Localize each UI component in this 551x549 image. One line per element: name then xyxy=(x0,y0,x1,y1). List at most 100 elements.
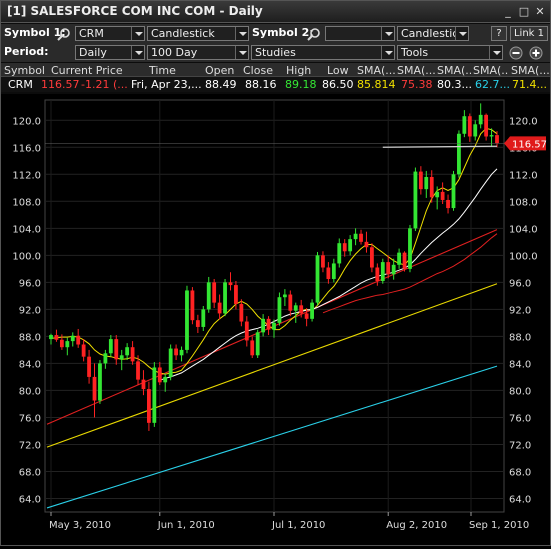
candle-body xyxy=(70,335,75,342)
candle-body xyxy=(76,335,81,345)
quote-row[interactable]: CRM 116.57 -1.21 (... Fri, Apr 23,... 88… xyxy=(1,77,550,92)
candle-body xyxy=(152,367,157,423)
y-tick-label-right: 100.0 xyxy=(509,251,538,262)
col-time[interactable]: Time xyxy=(149,64,189,77)
col-low[interactable]: Low xyxy=(327,64,355,77)
chevron-down-icon[interactable] xyxy=(489,46,502,59)
candle-body xyxy=(266,318,271,330)
candle-body xyxy=(299,305,304,314)
candle-body xyxy=(457,133,461,175)
col-high[interactable]: High xyxy=(286,64,316,77)
col-sma3[interactable]: SMA(... xyxy=(437,64,471,77)
candle-body xyxy=(364,241,369,248)
col-sma4[interactable]: SMA(... xyxy=(473,64,509,77)
candle-body xyxy=(489,135,494,137)
col-symbol[interactable]: Symbol xyxy=(4,64,46,77)
candle-body xyxy=(92,376,97,401)
chart-type-select[interactable]: Candlestick xyxy=(147,26,249,41)
candle-body xyxy=(293,305,298,311)
x-tick-label: Jul 1, 2010 xyxy=(271,520,325,531)
candle-body xyxy=(201,309,206,327)
chart-background xyxy=(1,94,550,545)
quote-sma3: 80.3... xyxy=(437,78,471,91)
y-tick-label-left: 72.0 xyxy=(19,440,41,451)
candle-body xyxy=(272,322,276,330)
candle-body xyxy=(277,297,282,323)
search-icon[interactable] xyxy=(307,27,321,41)
search-icon[interactable] xyxy=(57,27,71,41)
y-tick-label-right: 84.0 xyxy=(509,359,531,370)
col-close[interactable]: Close xyxy=(243,64,277,77)
candle-body xyxy=(473,124,478,137)
y-tick-label-left: 120.0 xyxy=(12,116,41,127)
chart-type2-select[interactable]: Candlestick xyxy=(397,26,469,41)
candle-body xyxy=(239,303,244,322)
title-bar[interactable]: [1] SALESFORCE COM INC COM - Daily _ □ ✕ xyxy=(1,1,550,23)
x-tick-label: May 3, 2010 xyxy=(49,520,111,531)
y-tick-label-right: 80.0 xyxy=(509,386,531,397)
candle-body xyxy=(386,262,391,275)
candle-body xyxy=(223,282,227,314)
candle-body xyxy=(261,318,266,333)
chevron-down-icon[interactable] xyxy=(235,46,248,59)
help-button[interactable]: ? xyxy=(491,26,507,41)
y-tick-label-right: 104.0 xyxy=(509,224,538,235)
y-tick-label-left: 64.0 xyxy=(19,494,41,505)
price-chart[interactable]: 64.0 64.0 68.0 68.0 72.0 72.0 76.0 76.0 80.0 80.0… xyxy=(1,94,550,545)
y-tick-label-left: 80.0 xyxy=(19,386,41,397)
quote-sma5: 71.4... xyxy=(512,78,547,91)
candle-body xyxy=(424,176,429,190)
col-open[interactable]: Open xyxy=(205,64,239,77)
candle-body xyxy=(375,267,380,282)
chevron-down-icon[interactable] xyxy=(131,46,144,59)
candle-body xyxy=(59,339,64,348)
chart-window: [1] SALESFORCE COM INC COM - Daily _ □ ✕… xyxy=(0,0,551,546)
studies-value: Studies xyxy=(255,46,296,59)
maximize-icon[interactable]: □ xyxy=(517,5,531,19)
candlestick-chart[interactable]: 64.0 64.0 68.0 68.0 72.0 72.0 76.0 76.0 80.0 80.0… xyxy=(1,94,550,545)
candle-body xyxy=(54,335,59,340)
col-sma2[interactable]: SMA(... xyxy=(397,64,435,77)
candle-body xyxy=(119,355,124,360)
x-tick-label: Sep 1, 2010 xyxy=(469,520,529,531)
col-sma5[interactable]: SMA(... xyxy=(511,64,549,77)
candle-body xyxy=(397,252,402,265)
tools-select[interactable]: Tools xyxy=(397,45,503,60)
symbol2-input[interactable] xyxy=(325,26,395,41)
candle-body xyxy=(326,267,331,279)
add-icon[interactable] xyxy=(529,46,543,60)
col-current-price[interactable]: Current Price xyxy=(51,64,125,77)
candle-body xyxy=(440,191,445,200)
y-tick-label-right: 64.0 xyxy=(509,494,531,505)
candle-body xyxy=(103,353,108,364)
period-select[interactable]: Daily xyxy=(75,45,145,60)
candle-body xyxy=(353,233,358,240)
candle-body xyxy=(244,321,249,341)
candle-body xyxy=(234,285,238,304)
minimize-icon[interactable]: _ xyxy=(501,5,515,19)
candle-body xyxy=(310,302,314,319)
chevron-down-icon[interactable] xyxy=(131,27,144,40)
chevron-down-icon[interactable] xyxy=(381,46,394,59)
candle-body xyxy=(413,171,418,229)
link-button[interactable]: Link 1 xyxy=(510,26,548,41)
chevron-down-icon[interactable] xyxy=(455,27,468,40)
y-tick-label-right: 72.0 xyxy=(509,440,531,451)
close-icon[interactable]: ✕ xyxy=(533,5,547,19)
window-title: [1] SALESFORCE COM INC COM - Daily xyxy=(7,4,263,18)
col-sma1[interactable]: SMA(... xyxy=(357,64,395,77)
chevron-down-icon[interactable] xyxy=(381,27,394,40)
candle-body xyxy=(81,344,86,357)
candle-body xyxy=(195,320,200,327)
candle-body xyxy=(250,340,255,356)
remove-icon[interactable] xyxy=(509,46,523,60)
symbol-toolbar: Symbol 1: CRM Candlestick Symbol 2: Cand… xyxy=(1,24,550,43)
candle-body xyxy=(315,255,320,303)
y-tick-label-left: 84.0 xyxy=(19,359,41,370)
symbol1-input[interactable]: CRM xyxy=(75,26,145,41)
studies-select[interactable]: Studies xyxy=(251,45,395,60)
candle-body xyxy=(484,114,489,137)
chevron-down-icon[interactable] xyxy=(235,27,248,40)
range-select[interactable]: 100 Day xyxy=(147,45,249,60)
symbol2-label: Symbol 2: xyxy=(252,26,314,39)
